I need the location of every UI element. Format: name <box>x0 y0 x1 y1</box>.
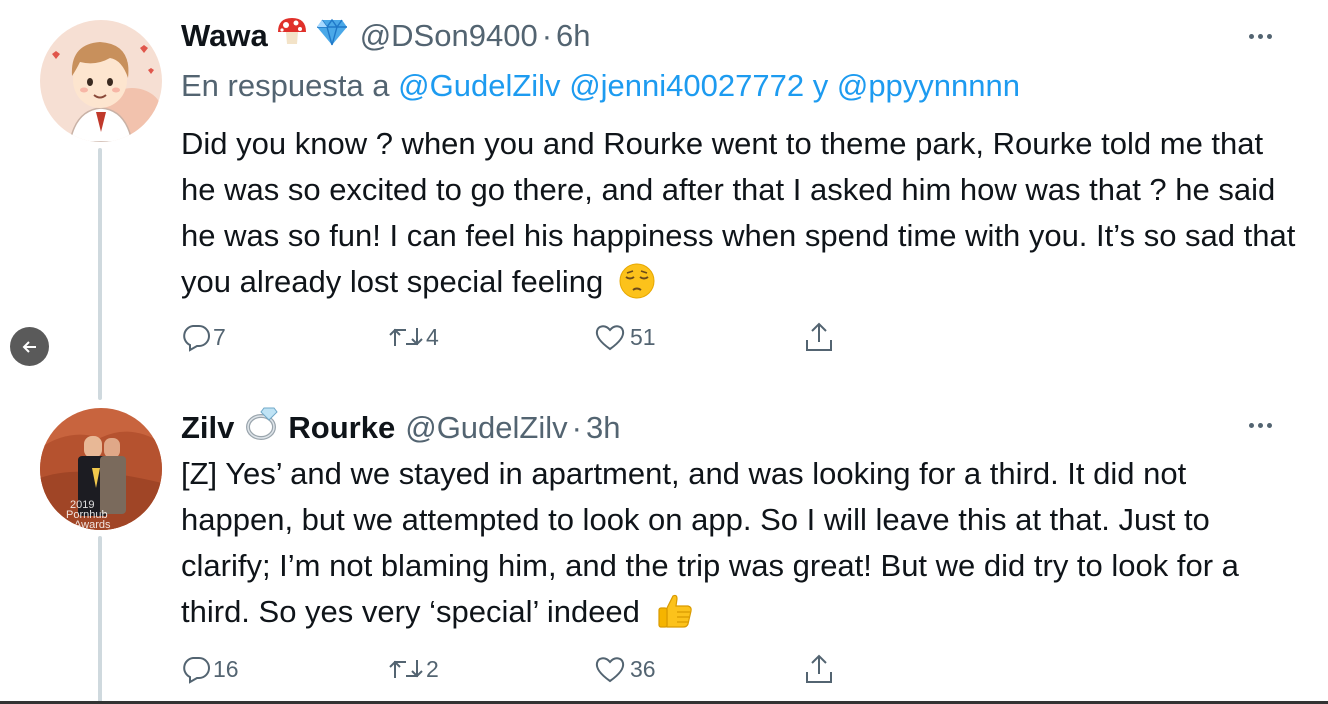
gem-icon <box>316 16 348 56</box>
reply-count: 16 <box>213 655 239 682</box>
tweet-2-actions: 16 2 36 <box>181 652 836 686</box>
mention-link[interactable]: @GudelZilv <box>398 68 560 103</box>
tweet-2-header: Zilv Rourke @GudelZilv · 3h <box>181 405 620 451</box>
reply-prefix: En respuesta a <box>181 68 390 103</box>
retweet-button[interactable]: 4 <box>386 322 594 352</box>
retweet-icon <box>389 660 423 678</box>
display-name-second[interactable]: Rourke <box>288 408 395 448</box>
handle[interactable]: @GudelZilv <box>405 408 567 448</box>
like-count: 36 <box>630 655 656 682</box>
more-options-icon[interactable] <box>1249 423 1272 428</box>
reply-button[interactable]: 7 <box>181 322 386 352</box>
heart-icon <box>595 657 625 683</box>
back-button[interactable] <box>10 327 49 366</box>
thumbs-up-icon <box>655 590 695 643</box>
tweet-1-text-block: Did you know ? when you and Rourke went … <box>181 121 1306 313</box>
separator-dot: · <box>571 410 582 445</box>
retweet-count: 4 <box>426 323 439 350</box>
like-button[interactable]: 36 <box>594 654 802 684</box>
reply-joiner: y <box>812 68 829 103</box>
retweet-count: 2 <box>426 655 439 682</box>
share-icon <box>806 322 832 351</box>
tweet-1-actions: 7 4 51 <box>181 320 836 354</box>
avatar-text: Awards <box>74 519 111 530</box>
tweet-text: [Z] Yes’ and we stayed in apartment, and… <box>181 456 1239 629</box>
like-button[interactable]: 51 <box>594 322 802 352</box>
tweet-2-text-block: [Z] Yes’ and we stayed in apartment, and… <box>181 451 1306 643</box>
tweet-text: Did you know ? when you and Rourke went … <box>181 126 1296 299</box>
thread-line-top <box>98 148 102 400</box>
display-name-first[interactable]: Zilv <box>181 408 234 448</box>
reply-icon <box>183 657 210 684</box>
timestamp[interactable]: 3h <box>586 408 620 448</box>
mention-link[interactable]: @jenni40027772 <box>569 68 804 103</box>
avatar-wawa[interactable] <box>40 20 162 142</box>
mushroom-icon <box>276 16 308 56</box>
pensive-face-icon <box>618 262 656 313</box>
display-name[interactable]: Wawa <box>181 16 268 56</box>
reply-button[interactable]: 16 <box>181 654 386 684</box>
like-count: 51 <box>630 323 656 350</box>
share-button[interactable] <box>802 652 836 686</box>
retweet-icon <box>389 328 423 346</box>
mention-link[interactable]: @ppyynnnnn <box>837 68 1020 103</box>
retweet-button[interactable]: 2 <box>386 654 594 684</box>
reply-icon <box>183 325 210 352</box>
avatar-zilv-rourke[interactable]: 2019 Pornhub Awards <box>40 408 162 530</box>
handle[interactable]: @DSon9400 <box>360 16 538 56</box>
tweet-1-header: Wawa @DSon9400 · 6h <box>181 16 591 56</box>
arrow-left-icon <box>22 340 36 353</box>
reply-context: En respuesta a @GudelZilv @jenni40027772… <box>181 66 1020 106</box>
reply-count: 7 <box>213 323 226 350</box>
share-icon <box>806 654 832 683</box>
thread-line-bottom <box>98 536 102 704</box>
heart-icon <box>595 325 625 351</box>
timestamp[interactable]: 6h <box>556 16 590 56</box>
share-button[interactable] <box>802 320 836 354</box>
ring-icon <box>244 405 280 451</box>
separator-dot: · <box>541 18 553 53</box>
more-options-icon[interactable] <box>1249 34 1272 39</box>
